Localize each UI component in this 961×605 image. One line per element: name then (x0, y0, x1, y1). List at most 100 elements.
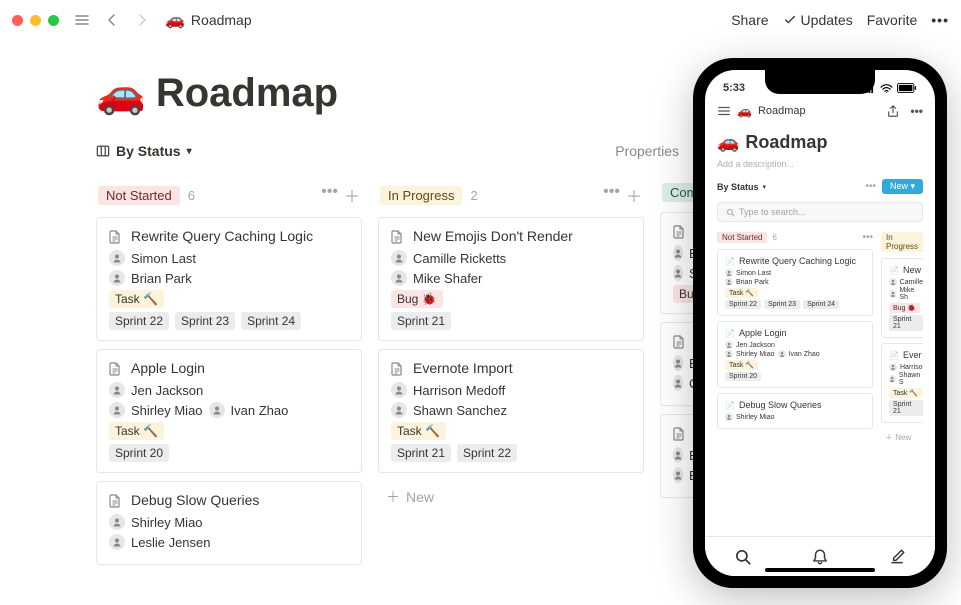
column-more-icon[interactable]: ••• (603, 183, 620, 207)
phone-board-card[interactable]: 📄New CamilleMike Sh Bug 🐞 Sprint 21 (881, 258, 923, 338)
phone-crumb-emoji: 🚗 (737, 104, 752, 118)
people-row: Camille (889, 278, 923, 286)
back-icon[interactable] (101, 9, 123, 31)
phone-board-card[interactable]: 📄Rewrite Query Caching Logic Simon LastB… (717, 249, 873, 316)
column-add-icon[interactable]: ＋ (344, 183, 360, 207)
board-card[interactable]: New Emojis Don't Render Camille Ricketts… (378, 217, 644, 341)
battery-icon (897, 83, 917, 93)
phone-add-card-button[interactable]: ＋ New (881, 428, 923, 447)
phone-view-label[interactable]: By Status (717, 182, 759, 192)
breadcrumb[interactable]: 🚗 Roadmap (165, 10, 723, 30)
more-icon[interactable]: ••• (931, 12, 949, 28)
phone-view-more-icon[interactable]: ••• (865, 181, 876, 192)
people-row: Simon Last (109, 250, 349, 266)
title-emoji[interactable]: 🚗 (96, 70, 146, 117)
phone-description-placeholder[interactable]: Add a description... (717, 159, 923, 169)
phone-home-indicator (765, 568, 875, 572)
chevron-down-icon: ▾ (187, 146, 192, 157)
sprint-tag: Sprint 23 (175, 312, 235, 330)
person-name: Ivan Zhao (231, 403, 289, 418)
share-button[interactable]: Share (731, 12, 768, 28)
card-title: Rewrite Query Caching Logic (131, 228, 313, 244)
sprint-tag: Sprint 21 (889, 315, 923, 331)
phone-new-button[interactable]: New ▾ (882, 179, 923, 194)
avatar (109, 534, 125, 550)
doc-icon (391, 362, 405, 376)
phone-more-icon[interactable]: ••• (910, 104, 923, 118)
maximize-window-dot[interactable] (48, 15, 59, 26)
type-tag: Bug 🐞 (391, 290, 443, 308)
phone-mockup: 5:33 🚗 Roadmap ••• 🚗 Roadmap Add a descr… (693, 58, 947, 588)
hamburger-icon[interactable] (71, 9, 93, 31)
phone-search-placeholder: Type to search... (739, 207, 806, 217)
board-card[interactable]: Apple Login Jen Jackson Shirley Miao Iva… (96, 349, 362, 473)
person-name: Brian Park (736, 279, 769, 286)
person-name: Jen Jackson (736, 342, 775, 349)
phone-column-more-icon[interactable]: ••• (862, 232, 873, 243)
sprint-tag: Sprint 21 (391, 444, 451, 462)
phone-board-card[interactable]: 📄Ever HarrisoShawn S Task 🔨 Sprint 21 (881, 343, 923, 423)
doc-icon (391, 230, 405, 244)
phone-crumb-text[interactable]: Roadmap (758, 105, 806, 117)
doc-icon (673, 427, 687, 441)
favorite-button[interactable]: Favorite (867, 12, 918, 28)
avatar (673, 467, 683, 483)
people-row: Brian Park (109, 270, 349, 286)
phone-share-icon[interactable] (886, 104, 900, 118)
add-card-button[interactable]: ＋New (378, 481, 644, 513)
card-title: Debug Slow Queries (131, 492, 259, 508)
phone-column-name-pill[interactable]: Not Started (717, 232, 767, 243)
board-column: In Progress 2 •••＋ New Emojis Don't Rend… (378, 183, 644, 573)
close-window-dot[interactable] (12, 15, 23, 26)
person-name: Jen Jackson (131, 383, 203, 398)
column-more-icon[interactable]: ••• (321, 183, 338, 207)
phone-board-card[interactable]: 📄Apple Login Jen Jackson Shirley Miao Iv… (717, 321, 873, 388)
person-name: Camille (900, 279, 923, 286)
phone-hamburger-icon[interactable] (717, 104, 731, 118)
updates-button[interactable]: Updates (783, 12, 853, 28)
column-header: Not Started 6 ••• ＋ (96, 183, 362, 207)
people-row: Mike Shafer (391, 270, 631, 286)
phone-tab-compose-icon[interactable] (888, 548, 906, 566)
phone-column-name-pill[interactable]: In Progress (881, 232, 923, 252)
doc-icon: 📄 (889, 351, 899, 360)
forward-icon[interactable] (131, 9, 153, 31)
avatar (889, 278, 897, 286)
avatar (673, 355, 683, 371)
column-add-icon[interactable]: ＋ (626, 183, 642, 207)
board-card[interactable]: Rewrite Query Caching Logic Simon Last Br… (96, 217, 362, 341)
topbar: 🚗 Roadmap Share Updates Favorite ••• (0, 0, 961, 40)
phone-tab-search-icon[interactable] (734, 548, 752, 566)
card-title: Rewrite Query Caching Logic (739, 256, 856, 266)
person-name: Harriso (900, 364, 923, 371)
board-card[interactable]: Evernote Import Harrison MedoffShawn San… (378, 349, 644, 473)
avatar (109, 382, 125, 398)
board-card[interactable]: Debug Slow Queries Shirley MiaoLeslie Je… (96, 481, 362, 565)
minimize-window-dot[interactable] (30, 15, 41, 26)
phone-tab-notifications-icon[interactable] (811, 548, 829, 566)
avatar (391, 270, 407, 286)
title-text[interactable]: Roadmap (156, 71, 338, 116)
person-name: Harrison Medoff (413, 383, 505, 398)
avatar (889, 290, 896, 298)
sprint-tag: Sprint 24 (241, 312, 301, 330)
phone-board-card[interactable]: 📄Debug Slow Queries Shirley Miao (717, 393, 873, 429)
phone-title-text[interactable]: Roadmap (745, 132, 827, 153)
sprint-tag: Sprint 22 (725, 300, 761, 309)
person-name: Shawn S (899, 372, 923, 386)
doc-icon (673, 225, 687, 239)
avatar (109, 270, 125, 286)
column-count: 6 (188, 188, 195, 203)
column-name-pill[interactable]: In Progress (380, 186, 462, 205)
window-controls (12, 15, 59, 26)
phone-search-input[interactable]: Type to search... (717, 202, 923, 222)
avatar (725, 350, 733, 358)
sprint-tag: Sprint 20 (725, 372, 761, 381)
person-name: Brian Park (131, 271, 192, 286)
type-tag: Task 🔨 (889, 388, 922, 398)
view-picker[interactable]: By Status ▾ (96, 143, 192, 159)
column-name-pill[interactable]: Not Started (98, 186, 180, 205)
properties-button[interactable]: Properties (615, 143, 679, 159)
avatar (673, 447, 683, 463)
phone-body: 🚗 Roadmap Add a description... By Status… (705, 124, 935, 538)
